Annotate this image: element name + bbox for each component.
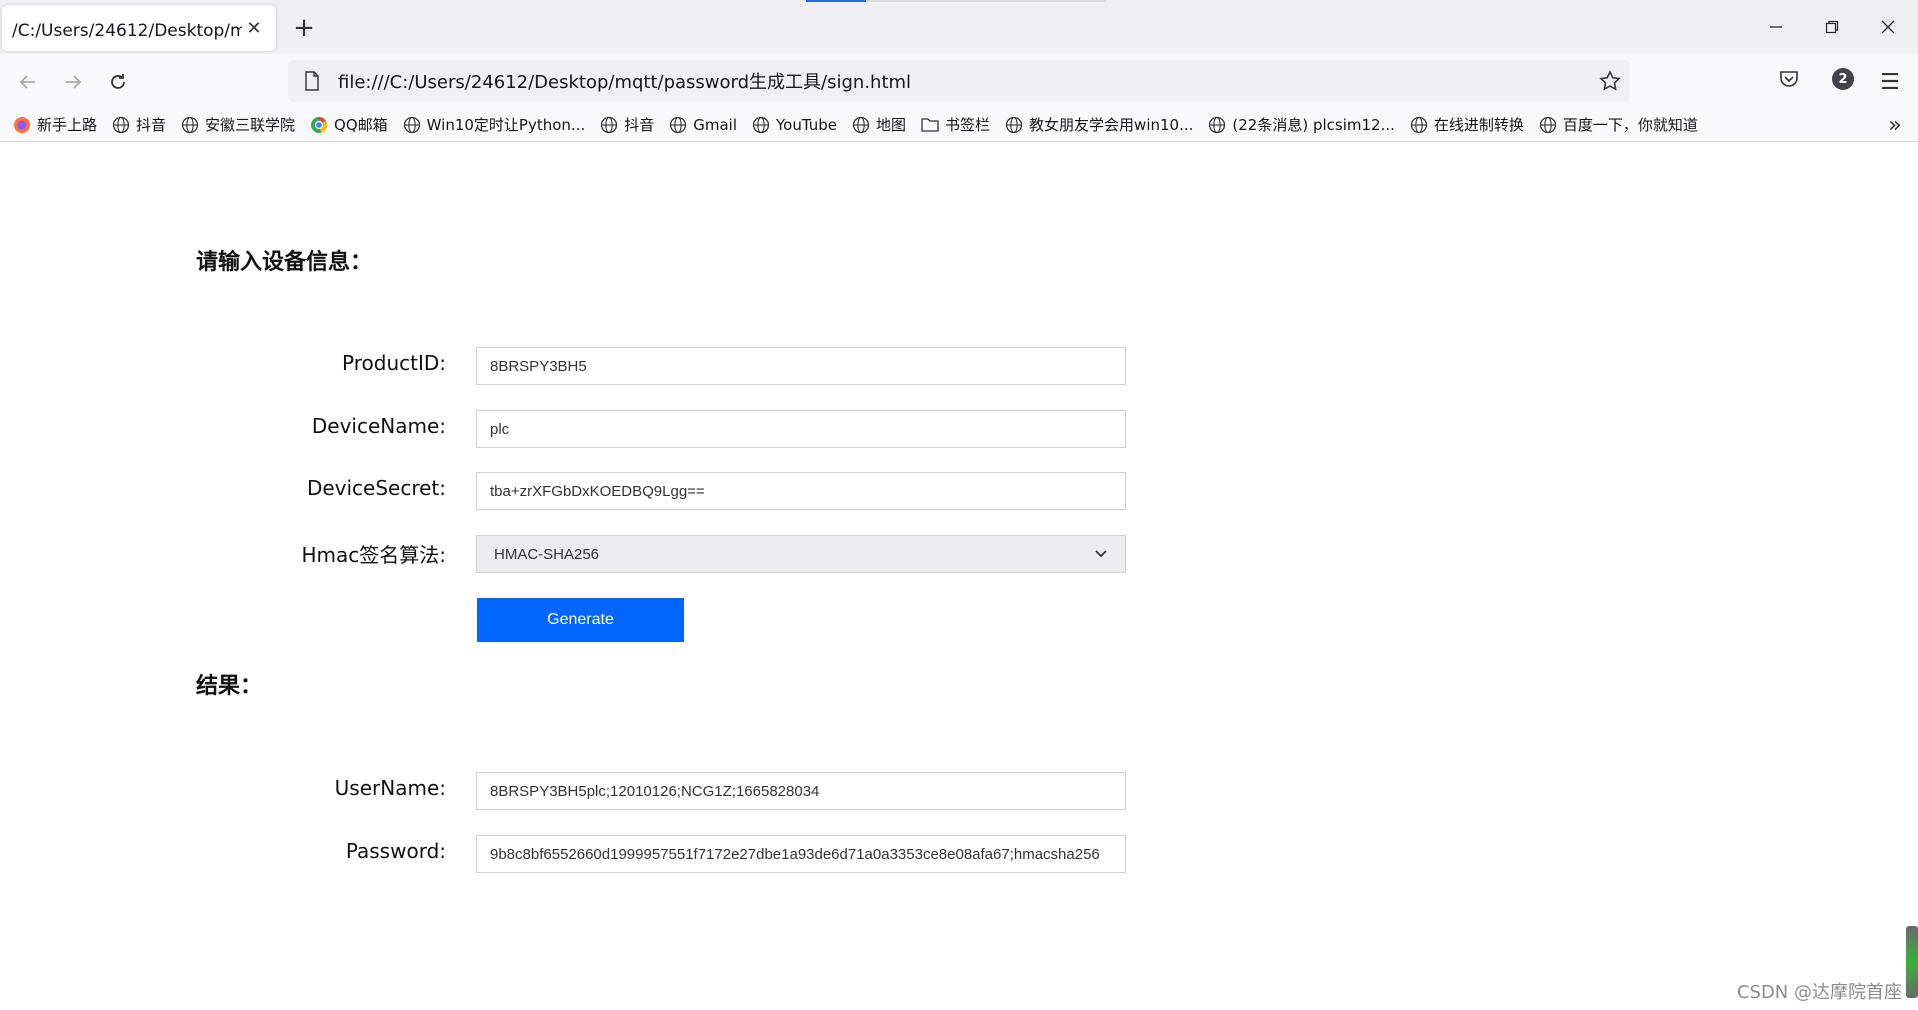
bookmark-item[interactable]: 百度一下，你就知道 (1538, 111, 1698, 139)
new-tab-icon[interactable]: + (288, 12, 320, 44)
url-text[interactable]: file:///C:/Users/24612/Desktop/mqtt/pass… (338, 68, 1590, 94)
bookmark-item[interactable]: 在线进制转换 (1409, 111, 1524, 139)
hamburger-menu-icon[interactable]: ☰ (1876, 68, 1904, 96)
bookmark-item[interactable]: YouTube (751, 111, 837, 139)
result-heading: 结果： (196, 674, 263, 699)
bookmark-item[interactable]: 抖音 (599, 111, 654, 139)
bookmark-label: 地图 (876, 116, 907, 134)
close-tab-icon[interactable]: ✕ (242, 16, 266, 40)
globe-icon (751, 115, 771, 135)
globe-icon (1538, 115, 1558, 135)
globe-icon (1004, 115, 1024, 135)
bookmark-label: 教女朋友学会用win10... (1029, 116, 1194, 134)
bookmark-label: 百度一下，你就知道 (1562, 116, 1698, 134)
bookmark-item[interactable]: 安徽三联学院 (180, 111, 295, 139)
tab-title: /C:/Users/24612/Desktop/mqtt/password生成工… (12, 20, 243, 41)
restore-icon[interactable] (1804, 8, 1860, 46)
bookmark-label: QQ邮箱 (334, 116, 388, 134)
device-name-input[interactable] (476, 410, 1126, 448)
bookmark-label: Gmail (693, 115, 738, 134)
globe-icon (668, 115, 688, 135)
back-icon[interactable] (10, 64, 46, 100)
page-icon (294, 71, 330, 91)
globe-icon (180, 115, 200, 135)
reload-icon[interactable] (100, 64, 136, 100)
generate-button[interactable]: Generate (477, 598, 684, 642)
bookmark-item[interactable]: 教女朋友学会用win10... (1004, 111, 1193, 139)
bookmark-label: 在线进制转换 (1433, 116, 1524, 134)
tab-indicator-track (866, 0, 1106, 2)
bookmark-item[interactable]: 新手上路 (12, 111, 97, 139)
chrome-icon (309, 115, 329, 135)
globe-icon (851, 115, 871, 135)
bookmark-item[interactable]: (22条消息) plcsim12... (1207, 111, 1395, 139)
device-secret-label: DeviceSecret: (306, 476, 446, 500)
product-id-label: ProductID: (342, 351, 446, 375)
bookmark-label: 抖音 (624, 116, 655, 134)
globe-icon (1409, 115, 1429, 135)
bookmark-label: 抖音 (136, 116, 167, 134)
hmac-selected-value: HMAC-SHA256 (494, 545, 600, 563)
close-window-icon[interactable] (1860, 8, 1916, 46)
device-info-heading: 请输入设备信息： (196, 250, 373, 275)
bookmark-star-icon[interactable] (1590, 70, 1630, 92)
chevron-more-icon[interactable]: » (1880, 110, 1910, 140)
side-indicator (1906, 926, 1918, 998)
bookmark-label: 书签栏 (945, 116, 991, 134)
tab-indicator (806, 0, 866, 2)
tab-strip: /C:/Users/24612/Desktop/mqtt/password生成工… (0, 0, 1918, 54)
hmac-algorithm-select[interactable]: HMAC-SHA256 (476, 535, 1126, 573)
bookmarks-toolbar: 新手上路 抖音 安徽三联学院 QQ邮箱 Win10定时让Python... 抖音… (0, 108, 1918, 142)
device-secret-input[interactable] (476, 472, 1126, 510)
password-output[interactable] (476, 835, 1126, 873)
minimize-icon[interactable] (1748, 8, 1804, 46)
account-badge[interactable]: 2 (1832, 68, 1854, 90)
username-output[interactable] (476, 772, 1126, 810)
product-id-input[interactable] (476, 347, 1126, 385)
hmac-algorithm-label: Hmac签名算法: (301, 543, 446, 567)
bookmark-item[interactable]: 抖音 (111, 111, 166, 139)
forward-icon[interactable] (55, 64, 91, 100)
firefox-icon (12, 115, 32, 135)
bookmark-item[interactable]: Win10定时让Python... (402, 111, 586, 139)
pocket-icon[interactable] (1778, 68, 1806, 96)
chevron-down-icon (1094, 546, 1108, 563)
username-label: UserName: (334, 776, 446, 800)
watermark: CSDN @达摩院首座 (1736, 982, 1902, 1003)
globe-icon (111, 115, 131, 135)
bookmark-folder[interactable]: 书签栏 (920, 111, 990, 139)
bookmark-item[interactable]: 地图 (851, 111, 906, 139)
globe-icon (1207, 115, 1227, 135)
password-label: Password: (345, 839, 446, 863)
globe-icon (402, 115, 422, 135)
bookmark-item[interactable]: Gmail (668, 111, 737, 139)
address-bar[interactable]: file:///C:/Users/24612/Desktop/mqtt/pass… (288, 60, 1630, 102)
bookmark-label: 新手上路 (37, 116, 98, 134)
active-tab[interactable]: /C:/Users/24612/Desktop/mqtt/password生成工… (2, 5, 276, 51)
bookmark-label: 安徽三联学院 (205, 116, 296, 134)
bookmark-label: Win10定时让Python... (426, 116, 586, 134)
folder-icon (920, 115, 940, 135)
bookmark-label: (22条消息) plcsim12... (1232, 116, 1395, 134)
nav-bar: file:///C:/Users/24612/Desktop/mqtt/pass… (0, 54, 1918, 108)
globe-icon (599, 115, 619, 135)
bookmark-item[interactable]: QQ邮箱 (309, 111, 388, 139)
device-name-label: DeviceName: (311, 414, 446, 438)
bookmark-label: YouTube (776, 115, 838, 134)
